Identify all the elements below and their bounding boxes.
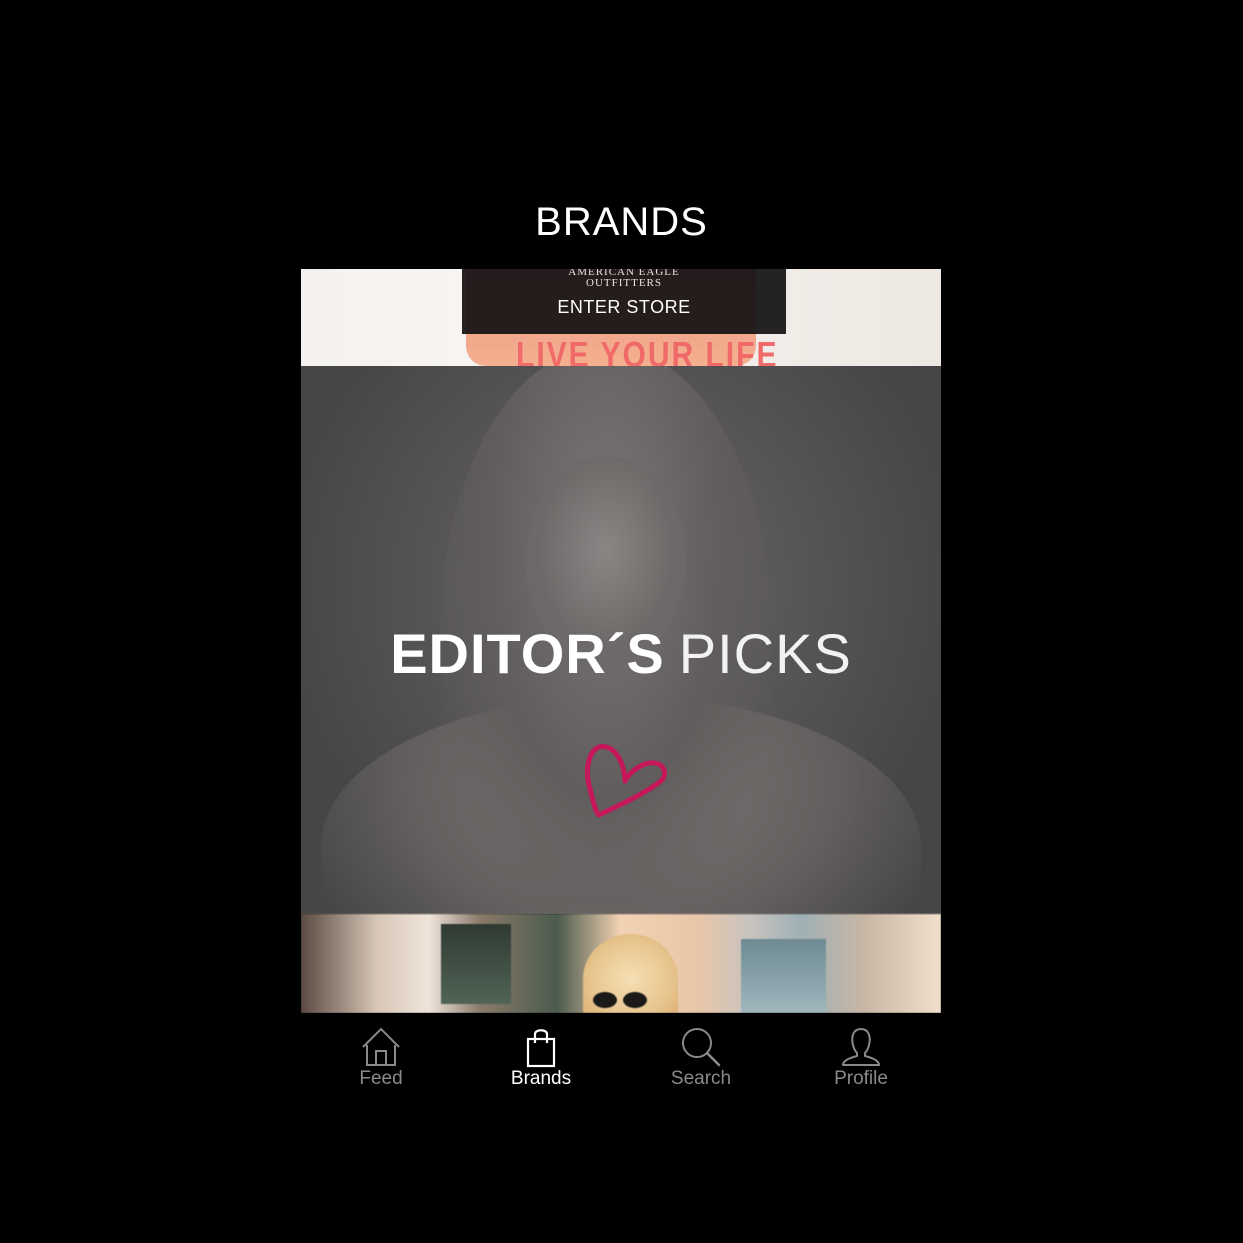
tab-profile[interactable]: Profile: [781, 1013, 941, 1103]
brand-logo-line2: OUTFITTERS: [586, 277, 662, 289]
brand-card-street-photo[interactable]: [301, 914, 941, 1013]
tab-feed[interactable]: Feed: [301, 1013, 461, 1103]
tab-search-label: Search: [670, 1068, 732, 1089]
home-icon: [362, 1027, 400, 1066]
profile-icon: [842, 1028, 880, 1066]
brand-logo: AMERICAN EAGLE OUTFITTERS: [462, 269, 786, 289]
search-icon: [682, 1028, 721, 1067]
app-screen: BRANDS LIVE YOUR LIFE AMERICAN EAGLE OUT…: [0, 0, 1243, 1243]
tab-brands-label: Brands: [510, 1068, 572, 1089]
street-photo-sunglasses: [593, 992, 653, 1008]
editors-picks-card[interactable]: EDITOR´S PICKS: [301, 366, 941, 914]
tab-feed-label: Feed: [359, 1068, 403, 1089]
tab-brands[interactable]: Brands: [461, 1013, 621, 1103]
tab-profile-label: Profile: [834, 1068, 888, 1089]
page-title: BRANDS: [535, 200, 708, 244]
brands-feed[interactable]: LIVE YOUR LIFE AMERICAN EAGLE OUTFITTERS…: [301, 269, 941, 1013]
shirt-print-text: LIVE YOUR LIFE: [516, 335, 779, 366]
enter-store-button[interactable]: ENTER STORE: [462, 297, 786, 318]
editors-picks-title-light: PICKS: [678, 622, 852, 685]
bottom-tab-bar: Feed Brands Search Profile: [301, 1013, 941, 1103]
brand-card-american-eagle[interactable]: LIVE YOUR LIFE AMERICAN EAGLE OUTFITTERS…: [301, 269, 941, 366]
tab-search[interactable]: Search: [621, 1013, 781, 1103]
street-photo-window: [441, 924, 511, 1004]
shopping-bag-icon: [526, 1029, 556, 1068]
street-photo-window: [741, 939, 826, 1013]
editors-picks-title-bold: EDITOR´S: [390, 622, 665, 685]
editors-picks-title: EDITOR´S PICKS: [301, 621, 941, 687]
enter-store-overlay[interactable]: AMERICAN EAGLE OUTFITTERS ENTER STORE: [462, 269, 786, 334]
heart-icon: [585, 744, 667, 818]
